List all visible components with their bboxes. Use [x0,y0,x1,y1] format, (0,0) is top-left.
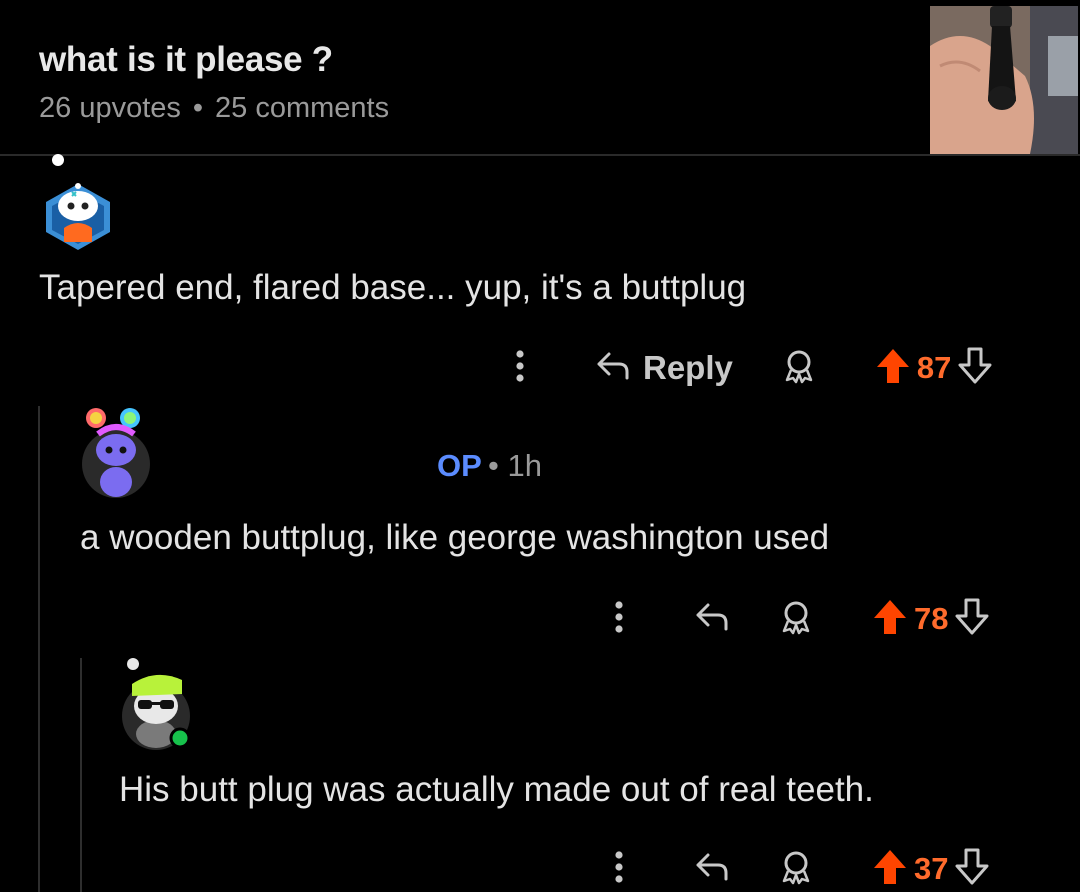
comment-body: His butt plug was actually made out of r… [119,770,874,809]
upvote-icon[interactable] [875,347,911,390]
thread-line[interactable] [38,406,40,892]
more-options-icon[interactable] [505,346,535,391]
post-title[interactable]: what is it please ? [39,40,333,80]
more-options-icon[interactable] [604,597,634,642]
comment-actions: Reply 87 [505,346,993,390]
vote-count: 87 [916,350,952,385]
downvote-icon[interactable] [954,848,990,891]
award-icon[interactable] [778,849,814,890]
upvote-icon[interactable] [872,848,908,891]
post-thumbnail[interactable] [930,6,1078,154]
comment-body: a wooden buttplug, like george washingto… [80,518,830,557]
reply-icon [595,350,631,387]
comment-meta: • 1h [488,448,542,484]
award-icon[interactable] [778,599,814,640]
upvote-icon[interactable] [872,598,908,641]
downvote-icon[interactable] [957,347,993,390]
reply-button[interactable]: Reply [595,349,733,387]
comment-avatar[interactable] [118,654,198,754]
comment-count: 25 comments [215,92,390,124]
comment-avatar[interactable] [38,150,118,250]
upvote-count: 26 upvotes [39,92,181,124]
post-meta: 26 upvotes • 25 comments [39,92,389,125]
meta-separator: • [488,448,499,483]
reply-icon[interactable] [694,851,730,888]
comment-actions: 37 [604,847,990,891]
downvote-icon[interactable] [954,598,990,641]
vote-count: 37 [914,851,949,886]
comment-avatar[interactable] [80,404,152,500]
meta-separator: • [192,92,204,124]
thread-line[interactable] [80,658,82,892]
header-divider [0,154,1080,156]
comment-actions: 78 [604,597,990,641]
comment-time: 1h [507,448,542,483]
award-icon[interactable] [781,348,817,389]
comment-body: Tapered end, flared base... yup, it's a … [39,268,747,307]
more-options-icon[interactable] [604,847,634,892]
reply-label: Reply [643,349,733,386]
op-badge: OP [437,448,482,483]
post-header[interactable]: what is it please ? 26 upvotes • 25 commen… [0,0,1080,156]
thumbnail-image [930,6,1078,154]
vote-count: 78 [914,601,949,636]
reply-icon[interactable] [694,601,730,638]
